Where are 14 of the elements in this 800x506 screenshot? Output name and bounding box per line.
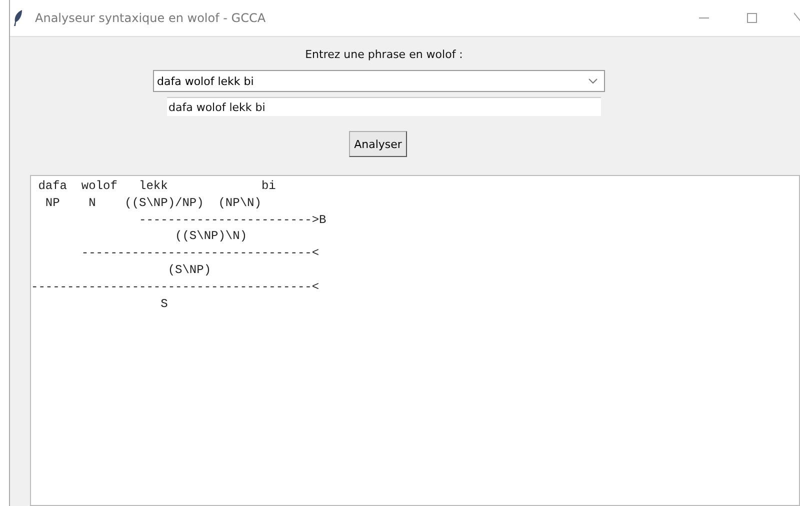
derivation-line: --------------------------------<: [80, 245, 320, 262]
analyse-button[interactable]: Analyser: [349, 131, 407, 157]
window-title: Analyseur syntaxique en wolof - GCCA: [35, 11, 266, 25]
sentence-dropdown[interactable]: dafa wolof lekk bi: [153, 70, 605, 92]
derivation-line: ------------------------>B: [138, 212, 326, 228]
derivation-line: ---------------------------------------<: [31, 278, 320, 296]
derivation-line: NP N ((S\NP)/NP) (NP\N): [44, 194, 262, 212]
prompt-label: Entrez une phrase en wolof :: [305, 48, 463, 61]
derivation-line: ((S\NP)\N): [174, 228, 248, 246]
output-text-area[interactable]: dafa wolof lekk bi NP N ((S\NP)/NP) (NP\N) ------------------------>B ((S\NP)\N) --------------------------------< (S\NP) ---------------------------------------< S: [30, 175, 800, 506]
derivation-line: (S\NP): [166, 262, 212, 279]
sentence-input-field[interactable]: dafa wolof lekk bi: [166, 97, 600, 116]
derivation-line: dafa wolof lekk bi: [37, 178, 276, 195]
derivation-line: S: [160, 296, 168, 312]
